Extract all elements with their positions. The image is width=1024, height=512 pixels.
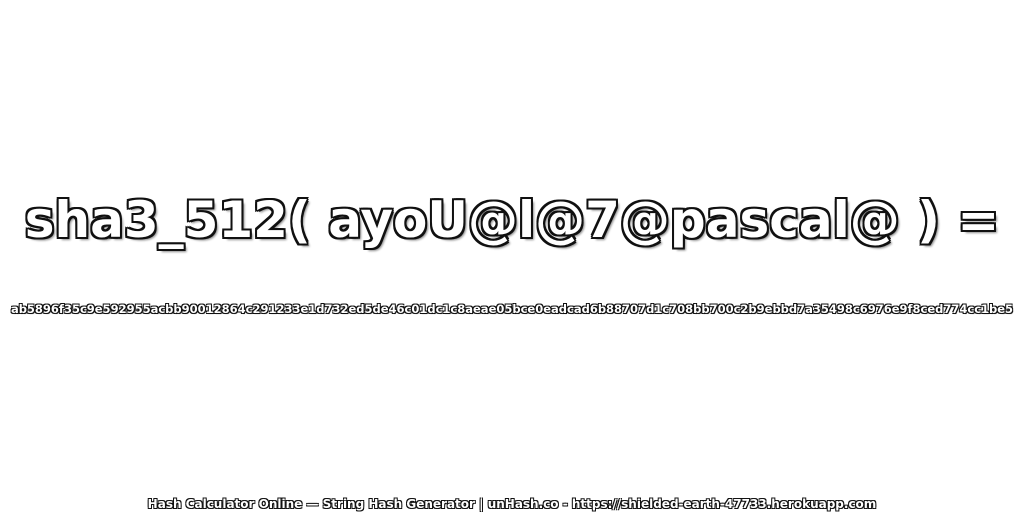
footer-site-credit: Hash Calculator Online — String Hash Gen… [147, 497, 877, 511]
hash-expression-title: sha3_512( ayoU@l@7@pascal@ ) = [24, 191, 1000, 249]
hash-result-value: ab5896f35c9e592955acbb90012864c291233e1d… [10, 302, 1014, 316]
page: sha3_512( ayoU@l@7@pascal@ ) = ab5896f35… [0, 0, 1024, 512]
